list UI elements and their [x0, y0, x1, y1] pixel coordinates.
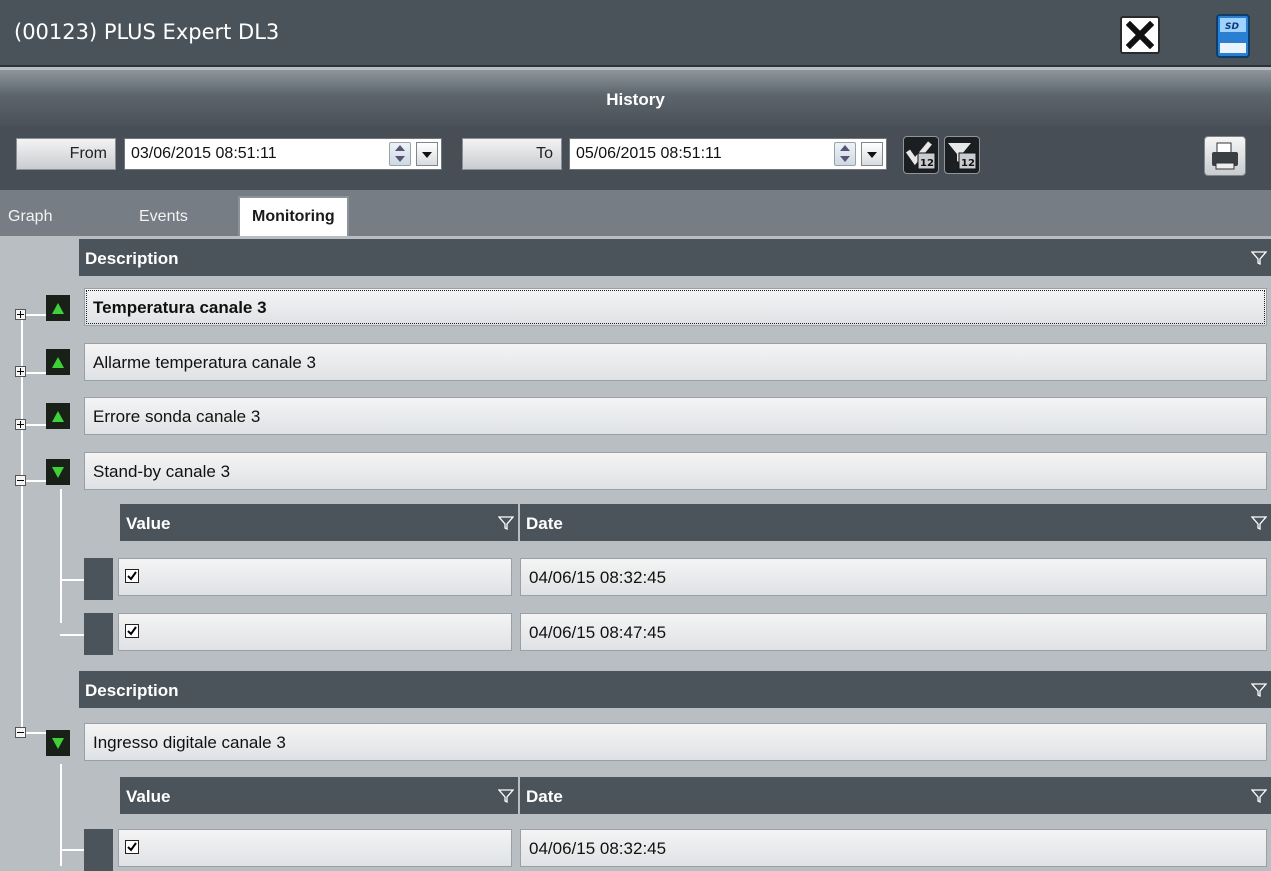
check-icon: [127, 626, 137, 636]
chevron-down-icon: [867, 152, 877, 158]
value-cell[interactable]: [118, 613, 512, 651]
svg-text:12: 12: [961, 158, 975, 169]
to-dropdown-button[interactable]: [861, 142, 883, 166]
row-selector[interactable]: [84, 558, 113, 600]
value-column-header[interactable]: Value: [120, 504, 518, 541]
date-column-header[interactable]: Date: [520, 504, 1271, 541]
row-selector[interactable]: [84, 613, 113, 655]
tab-events[interactable]: Events: [139, 208, 188, 226]
expand-indicator-icon[interactable]: [46, 403, 70, 429]
collapse-toggle[interactable]: [15, 727, 26, 738]
close-button[interactable]: [1120, 16, 1160, 54]
to-button[interactable]: To: [462, 138, 562, 170]
svg-text:SD: SD: [1225, 22, 1239, 32]
chevron-down-icon: [422, 152, 432, 158]
section-header: History: [0, 70, 1271, 126]
from-datetime-value: 03/06/2015 08:51:11: [131, 145, 277, 162]
filter-funnel-icon[interactable]: [1251, 682, 1267, 698]
value-cell[interactable]: [118, 558, 512, 596]
print-button[interactable]: [1204, 136, 1246, 176]
row-selector[interactable]: [84, 829, 113, 871]
group-row-stand-by[interactable]: Stand-by canale 3: [84, 452, 1267, 490]
tab-graph[interactable]: Graph: [8, 208, 52, 226]
group-row-temperatura[interactable]: Temperatura canale 3: [84, 288, 1267, 326]
check-calendar-button[interactable]: 12: [903, 136, 939, 174]
title-bar: (00123) PLUS Expert DL3 SD: [0, 0, 1271, 67]
expand-indicator-icon[interactable]: [46, 349, 70, 375]
filter-funnel-icon[interactable]: [1251, 788, 1267, 804]
description-header-label: Description: [85, 249, 179, 268]
value-cell[interactable]: [118, 829, 512, 867]
expand-toggle[interactable]: [15, 366, 26, 377]
date-cell[interactable]: 04/06/15 08:47:45: [520, 613, 1267, 651]
checkbox-checked[interactable]: [125, 840, 139, 854]
filter-funnel-icon[interactable]: [1251, 515, 1267, 531]
section-title: History: [606, 90, 665, 109]
value-header-label: Value: [126, 787, 171, 806]
filter-calendar-12-icon: 12: [948, 143, 977, 170]
close-x-icon: [1126, 21, 1154, 49]
from-dropdown-button[interactable]: [416, 142, 438, 166]
tab-bar: Graph Events Monitoring: [0, 190, 1271, 236]
from-datetime-field[interactable]: 03/06/2015 08:51:11: [124, 138, 442, 170]
window-title: (00123) PLUS Expert DL3: [14, 20, 280, 44]
collapse-indicator-icon[interactable]: [46, 730, 70, 756]
checkbox-checked[interactable]: [125, 569, 139, 583]
filter-calendar-button[interactable]: 12: [944, 136, 980, 174]
group-row-errore-sonda[interactable]: Errore sonda canale 3: [84, 397, 1267, 435]
check-calendar-12-icon: 12: [905, 141, 936, 170]
printer-icon: [1212, 142, 1238, 170]
filter-funnel-icon[interactable]: [1251, 250, 1267, 266]
expand-toggle[interactable]: [15, 309, 26, 320]
description-column-header[interactable]: Description: [79, 671, 1271, 708]
date-header-label: Date: [526, 514, 563, 533]
filter-funnel-icon[interactable]: [498, 788, 514, 804]
group-row-ingresso-digitale[interactable]: Ingresso digitale canale 3: [84, 723, 1267, 761]
expand-indicator-icon[interactable]: [46, 295, 70, 321]
value-column-header[interactable]: Value: [120, 777, 518, 814]
description-header-label: Description: [85, 681, 179, 700]
to-datetime-field[interactable]: 05/06/2015 08:51:11: [569, 138, 887, 170]
date-header-label: Date: [526, 787, 563, 806]
tab-monitoring[interactable]: Monitoring: [238, 196, 349, 236]
group-row-allarme[interactable]: Allarme temperatura canale 3: [84, 343, 1267, 381]
from-button[interactable]: From: [16, 138, 116, 170]
collapse-indicator-icon[interactable]: [46, 459, 70, 485]
date-column-header[interactable]: Date: [520, 777, 1271, 814]
date-cell[interactable]: 04/06/15 08:32:45: [520, 558, 1267, 596]
from-spin-button[interactable]: [389, 142, 411, 166]
date-cell[interactable]: 04/06/15 08:32:45: [520, 829, 1267, 867]
checkbox-checked[interactable]: [125, 624, 139, 638]
monitoring-grid: Description Temperatura canale 3 Allarme…: [0, 236, 1271, 871]
filter-toolbar: From 03/06/2015 08:51:11 To 05/06/2015 0…: [0, 126, 1271, 190]
sd-card-icon[interactable]: SD: [1215, 13, 1251, 59]
collapse-toggle[interactable]: [15, 475, 26, 486]
value-header-label: Value: [126, 514, 171, 533]
check-icon: [127, 842, 137, 852]
filter-funnel-icon[interactable]: [498, 515, 514, 531]
check-icon: [127, 571, 137, 581]
expand-toggle[interactable]: [15, 419, 26, 430]
to-datetime-value: 05/06/2015 08:51:11: [576, 145, 722, 162]
svg-text:12: 12: [920, 158, 934, 169]
to-spin-button[interactable]: [834, 142, 856, 166]
description-column-header[interactable]: Description: [79, 239, 1271, 276]
